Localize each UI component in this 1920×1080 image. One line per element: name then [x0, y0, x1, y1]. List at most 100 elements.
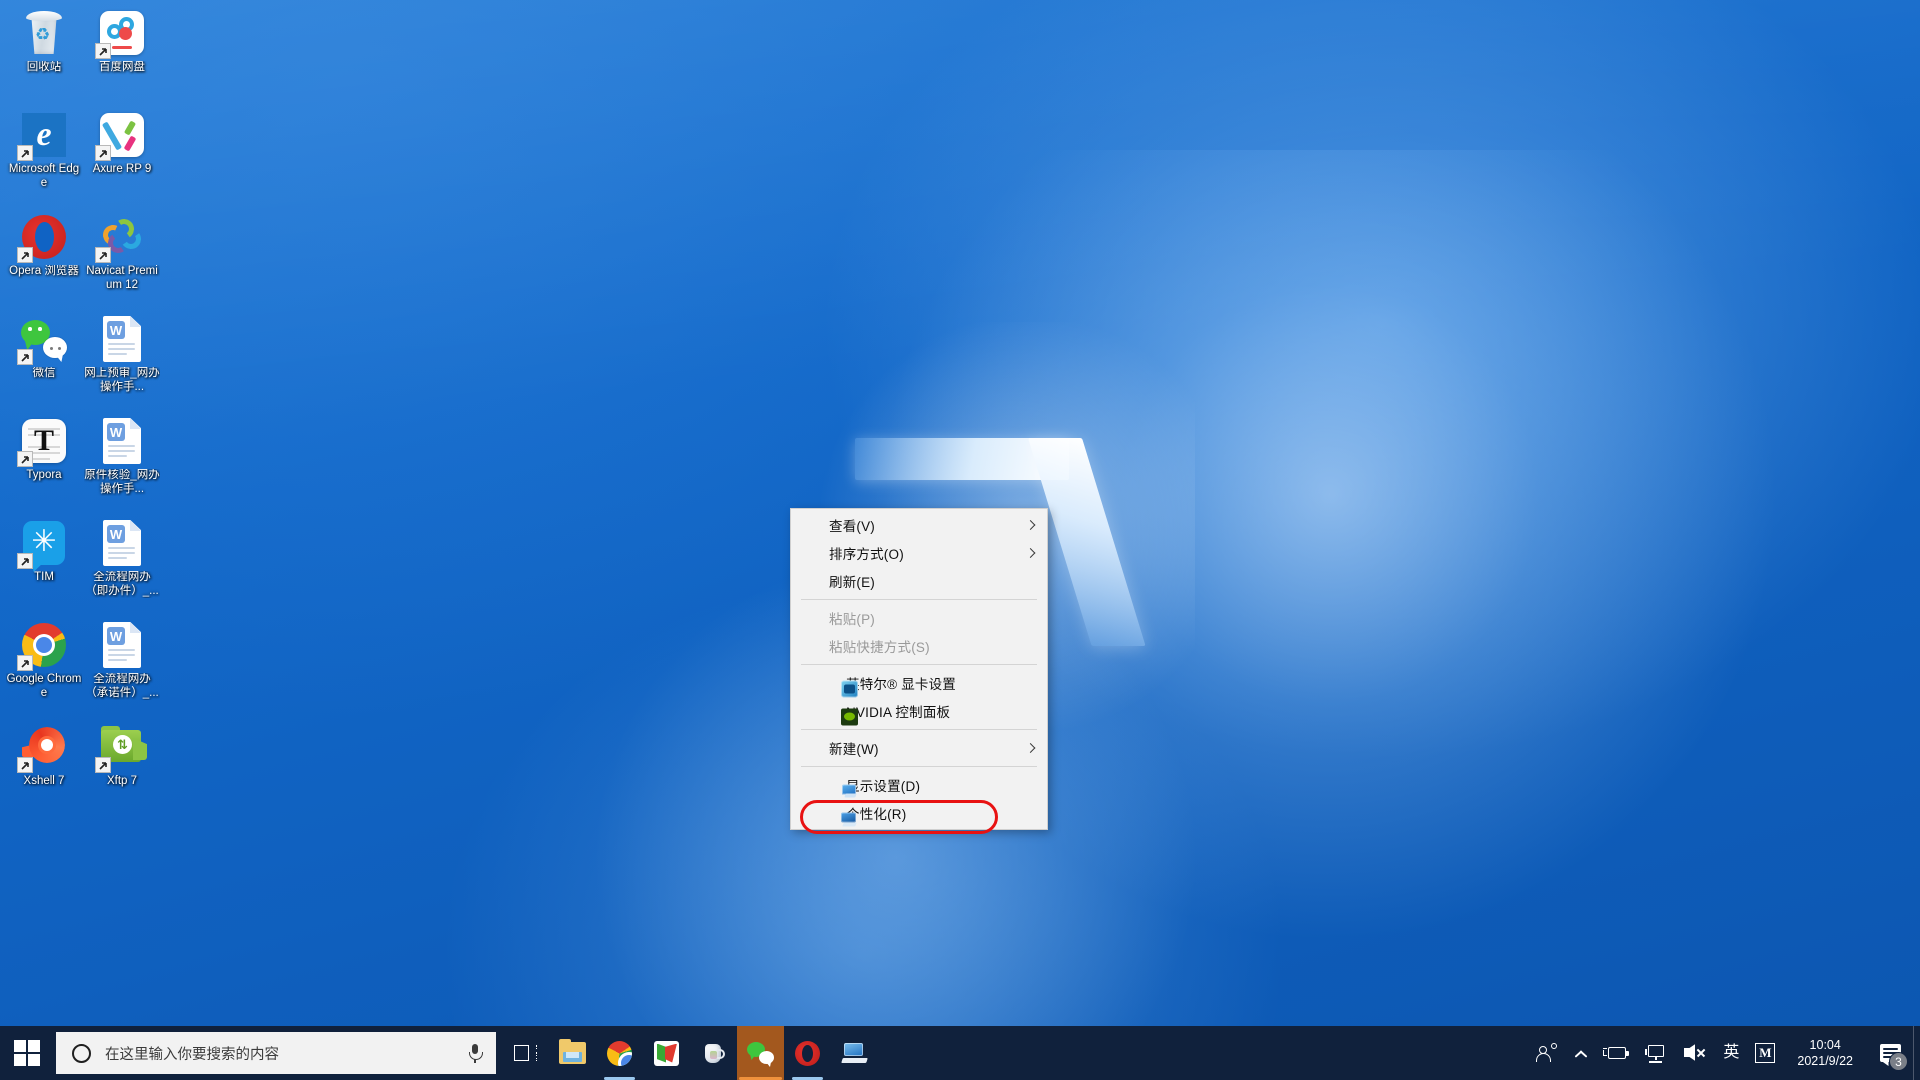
desktop-icon-microsoft-edge[interactable]: e Microsoft Edge [6, 106, 82, 208]
tray-network-button[interactable] [1637, 1026, 1675, 1080]
baidu-netdisk-icon [95, 9, 146, 59]
microphone-icon[interactable] [466, 1043, 484, 1063]
context-menu-item-label: 粘贴(P) [829, 612, 875, 627]
taskbar-button-wechat[interactable] [737, 1026, 784, 1080]
context-menu-item-label: NVIDIA 控制面板 [846, 705, 951, 720]
shortcut-arrow-icon [17, 349, 33, 365]
task-view-icon [513, 1043, 538, 1064]
context-menu-item-refresh[interactable]: 刷新(E) [791, 567, 1047, 595]
context-menu-item-paste-shortcut: 粘贴快捷方式(S) [791, 632, 1047, 660]
context-menu-item-label: 新建(W) [829, 742, 879, 757]
tray-volume-button[interactable] [1675, 1026, 1715, 1080]
chevron-up-icon [1574, 1049, 1587, 1058]
notification-count-badge: 3 [1889, 1052, 1908, 1071]
desktop-icon-label: Microsoft Edge [8, 163, 80, 189]
desktop-icon-label: 全流程网办（即办件）_... [85, 571, 159, 597]
search-placeholder: 在这里输入你要搜索的内容 [105, 1046, 279, 1063]
google-chrome-icon [17, 621, 68, 671]
word-document-icon: W [98, 621, 146, 669]
chevron-right-icon [1025, 743, 1036, 753]
tray-ime-button[interactable]: 英 [1715, 1026, 1747, 1080]
ime-icon: 英 [1723, 1044, 1740, 1061]
desktop-icon-navicat-premium-12[interactable]: Navicat Premium 12 [84, 208, 160, 310]
search-input[interactable]: 在这里输入你要搜索的内容 [56, 1032, 496, 1074]
show-desktop-button[interactable] [1913, 1026, 1920, 1080]
taskbar-button-google-chrome[interactable] [596, 1026, 643, 1080]
opera-browser-icon [17, 213, 68, 263]
desktop-icon-xshell-7[interactable]: Xshell 7 [6, 718, 82, 820]
desktop-icon-label: 网上预审_网办操作手... [84, 367, 160, 393]
shortcut-arrow-icon [17, 553, 33, 569]
start-button[interactable] [0, 1026, 54, 1080]
desktop-icon-xftp-7[interactable]: ⇅ Xftp 7 [84, 718, 160, 820]
people-icon [1536, 1043, 1558, 1063]
desktop-icon-grid: ♻ 回收站 百度网盘 e Microsoft Edge Axure RP 9 O… [6, 4, 160, 820]
desktop-icon-label: 回收站 [26, 61, 62, 73]
desktop-icon-typora[interactable]: T Typora [6, 412, 82, 514]
desktop-icon-label: TIM [34, 571, 54, 583]
taskbar-button-file-explorer[interactable] [549, 1026, 596, 1080]
desktop-icon-label: 微信 [32, 367, 56, 379]
context-menu-item-personalize[interactable]: 个性化(R) [791, 799, 1047, 827]
context-menu-item-paste: 粘贴(P) [791, 604, 1047, 632]
taskbar: 在这里输入你要搜索的内容 英 M 10:04 2021/9/22 3 [0, 1026, 1920, 1080]
wallpaper-sweep [0, 0, 1920, 993]
desktop-icon-baidu-netdisk[interactable]: 百度网盘 [84, 4, 160, 106]
tray-m-badge-button[interactable]: M [1747, 1026, 1783, 1080]
context-menu-separator [801, 729, 1037, 730]
desktop-icon-wechat[interactable]: 微信 [6, 310, 82, 412]
desktop-icon-label: Axure RP 9 [92, 163, 152, 175]
action-center-button[interactable]: 3 [1867, 1026, 1913, 1080]
context-menu-separator [801, 766, 1037, 767]
taskbar-buttons [502, 1026, 878, 1080]
context-menu-item-label: 刷新(E) [829, 575, 875, 590]
context-menu-item-view[interactable]: 查看(V) [791, 511, 1047, 539]
wechat-icon [17, 315, 68, 365]
desktop-icon-word-doc-1[interactable]: W 网上预审_网办操作手... [84, 310, 160, 412]
taskbar-button-task-view[interactable] [502, 1026, 549, 1080]
desktop-icon-label: Xftp 7 [106, 775, 138, 787]
desktop-icon-tim[interactable]: ✳ TIM [6, 514, 82, 616]
word-document-icon: W [98, 519, 146, 567]
desktop-icon-recycle-bin[interactable]: ♻ 回收站 [6, 4, 82, 106]
taskbar-button-opera[interactable] [784, 1026, 831, 1080]
remote-desktop-icon [840, 1042, 868, 1064]
desktop-icon-label: Opera 浏览器 [9, 265, 79, 277]
tim-icon: ✳ [17, 519, 68, 569]
tray-battery-button[interactable] [1595, 1026, 1637, 1080]
desktop-icon-label: 全流程网办（承诺件）_... [85, 673, 159, 699]
wechat-icon [747, 1041, 774, 1065]
desktop-icon-opera-browser[interactable]: Opera 浏览器 [6, 208, 82, 310]
desktop-icon-word-doc-2[interactable]: W 原件核验_网办操作手... [84, 412, 160, 514]
context-menu-item-new[interactable]: 新建(W) [791, 734, 1047, 762]
m-badge-icon: M [1755, 1043, 1776, 1063]
context-menu-item-intel-graphics-settings[interactable]: 英特尔® 显卡设置 [791, 669, 1047, 697]
taskbar-button-jug-app[interactable] [690, 1026, 737, 1080]
tray-people-button[interactable] [1528, 1026, 1566, 1080]
navicat-premium-icon [654, 1040, 679, 1066]
desktop-icon-word-doc-4[interactable]: W 全流程网办（承诺件）_... [84, 616, 160, 718]
jug-app-icon [702, 1041, 726, 1065]
desktop-icon-axure-rp-9[interactable]: Axure RP 9 [84, 106, 160, 208]
file-explorer-icon [559, 1039, 586, 1064]
shortcut-arrow-icon [17, 451, 33, 467]
desktop-icon-word-doc-3[interactable]: W 全流程网办（即办件）_... [84, 514, 160, 616]
windows-logo-icon [13, 1039, 41, 1067]
taskbar-clock[interactable]: 10:04 2021/9/22 [1783, 1026, 1867, 1080]
navicat-premium-icon [95, 213, 146, 263]
desktop-icon-label: Google Chrome [6, 673, 82, 699]
taskbar-button-remote-desktop[interactable] [831, 1026, 878, 1080]
context-menu-item-sort-by[interactable]: 排序方式(O) [791, 539, 1047, 567]
tray-show-hidden-icons-button[interactable] [1566, 1026, 1595, 1080]
desktop-context-menu[interactable]: 查看(V) 排序方式(O) 刷新(E) 粘贴(P) 粘贴快捷方式(S) 英特尔®… [790, 508, 1048, 830]
clock-date: 2021/9/22 [1797, 1054, 1853, 1068]
desktop-icon-label: Navicat Premium 12 [86, 265, 158, 291]
taskbar-button-navicat[interactable] [643, 1026, 690, 1080]
context-menu-item-nvidia-control-panel[interactable]: NVIDIA 控制面板 [791, 697, 1047, 725]
desktop[interactable]: ♻ 回收站 百度网盘 e Microsoft Edge Axure RP 9 O… [0, 0, 1920, 1080]
desktop-icon-label: Xshell 7 [23, 775, 65, 787]
microsoft-edge-icon: e [17, 111, 68, 161]
word-document-icon: W [98, 315, 146, 363]
desktop-icon-google-chrome[interactable]: Google Chrome [6, 616, 82, 718]
context-menu-item-display-settings[interactable]: 显示设置(D) [791, 771, 1047, 799]
